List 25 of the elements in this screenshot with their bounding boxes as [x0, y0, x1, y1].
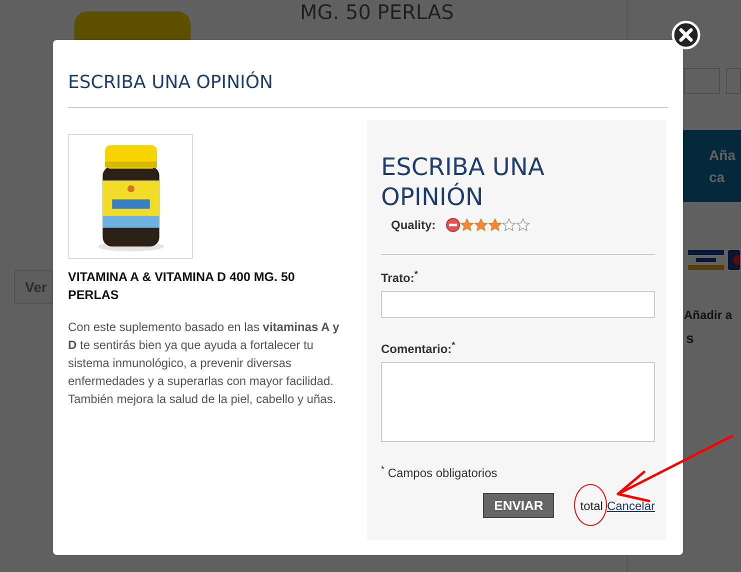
product-title: MG. 50 PERLAS — [300, 0, 455, 24]
card-icon — [728, 250, 740, 270]
field-label: Trato:$^{*}$ — [381, 269, 419, 285]
star-rating[interactable] — [460, 218, 530, 232]
side-text: s — [685, 330, 695, 346]
filled-star-icon — [474, 218, 488, 232]
quantity-field[interactable] — [684, 68, 720, 94]
text-field[interactable] — [381, 291, 655, 318]
product-name: VITAMINA A & VITAMINA D 400 MG. 50 PERLAS — [68, 269, 296, 304]
filled-star-icon — [488, 218, 502, 232]
quality-label: Quality: — [391, 218, 436, 232]
remove-rating-icon[interactable] — [446, 218, 460, 232]
cancel-link[interactable]: Cancelar — [606, 498, 655, 512]
form-title: ESCRIBA UNA OPINIÓN — [381, 152, 546, 212]
total-text: total — [580, 498, 603, 512]
annotation-ellipse — [574, 484, 608, 526]
field-label: Comentario:$^{*}$ — [381, 340, 456, 356]
filled-star-icon — [460, 218, 474, 232]
close-icon[interactable] — [671, 20, 701, 50]
comment-field[interactable] — [381, 362, 655, 442]
required-note: $^{*}$ Campos obligatorios — [381, 464, 498, 480]
visa-card-icon — [688, 250, 724, 270]
modal-title: ESCRIBA UNA OPINIÓN — [68, 72, 668, 108]
submit-button[interactable]: ENVIAR — [483, 493, 554, 518]
product-description: Con este suplemento basado en las vitaminas A y D te sentirás bien ya que ayuda a fortalecer tu sistema inmunológico, a prevenir diversas enfermedades y a superarlas con mayor facilidad. También mejora la salud de la piel, cabello y uñas. — [68, 319, 340, 408]
